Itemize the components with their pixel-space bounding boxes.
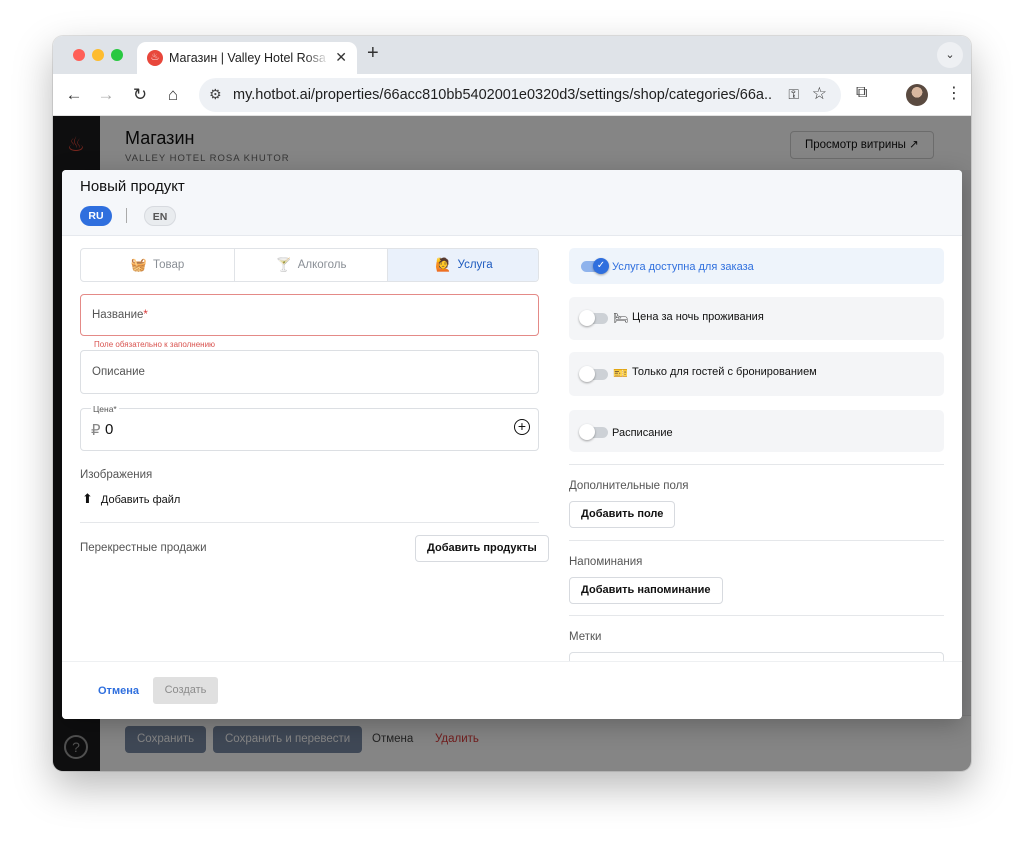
maximize-window-button[interactable] bbox=[111, 49, 123, 61]
tags-label: Метки bbox=[569, 631, 602, 643]
type-tab-service[interactable]: 🙋 Услуга bbox=[387, 249, 538, 281]
divider bbox=[569, 540, 944, 541]
modal-title: Новый продукт bbox=[80, 178, 185, 195]
toggle-knob bbox=[579, 310, 595, 326]
name-error-message: Поле обязательно к заполнению bbox=[94, 340, 216, 349]
language-tab-en[interactable]: EN bbox=[144, 206, 176, 226]
minimize-window-button[interactable] bbox=[92, 49, 104, 61]
browser-menu-icon[interactable]: ⋮ bbox=[946, 83, 962, 103]
service-person-icon: 🙋 bbox=[435, 257, 452, 272]
create-button[interactable]: Создать bbox=[153, 677, 218, 704]
available-toggle[interactable]: ✓ bbox=[581, 258, 609, 274]
night-price-toggle[interactable] bbox=[579, 310, 608, 326]
home-icon[interactable]: ⌂ bbox=[160, 82, 186, 108]
cocktail-glass-icon: 🍸 bbox=[275, 257, 292, 272]
schedule-toggle[interactable] bbox=[579, 424, 608, 440]
name-field[interactable]: Название* bbox=[80, 294, 539, 336]
guests-only-toggle[interactable] bbox=[579, 366, 608, 382]
browser-tab[interactable]: ♨ Магазин | Valley Hotel Rosa Khutor ✕ bbox=[137, 42, 357, 74]
browser-toolbar: ← → ↻ ⌂ ⚙ my.hotbot.ai/properties/66acc8… bbox=[53, 74, 971, 116]
add-file-button[interactable]: ⬆ Добавить файл bbox=[82, 491, 180, 507]
modal-header: Новый продукт RU EN bbox=[62, 170, 962, 236]
divider bbox=[569, 615, 944, 616]
back-icon[interactable]: ← bbox=[61, 82, 87, 108]
toggle-label: Расписание bbox=[612, 427, 673, 439]
basket-icon: 🧺 bbox=[130, 257, 147, 272]
site-settings-icon[interactable]: ⚙ bbox=[209, 86, 222, 103]
toggle-knob bbox=[579, 366, 595, 382]
product-type-selector: 🧺 Товар 🍸 Алкоголь 🙋 Услуга bbox=[80, 248, 539, 282]
ticket-icon: 🎫 bbox=[613, 366, 628, 380]
add-circle-icon[interactable]: + bbox=[514, 419, 530, 435]
type-tab-label: Услуга bbox=[457, 259, 493, 271]
divider bbox=[80, 522, 539, 523]
toggle-knob bbox=[579, 424, 595, 440]
add-reminder-button[interactable]: Добавить напоминание bbox=[569, 577, 723, 604]
language-divider bbox=[126, 208, 127, 223]
tab-strip: ♨ Магазин | Valley Hotel Rosa Khutor ✕ +… bbox=[53, 36, 971, 74]
extensions-icon[interactable]: ⧉ bbox=[856, 84, 867, 102]
toggle-label: Услуга доступна для заказа bbox=[612, 261, 754, 273]
forward-icon[interactable]: → bbox=[93, 82, 119, 108]
type-tab-alcohol[interactable]: 🍸 Алкоголь bbox=[234, 249, 387, 281]
password-key-icon[interactable]: ⚿ bbox=[788, 86, 799, 103]
bookmark-star-icon[interactable]: ☆ bbox=[812, 84, 827, 104]
new-tab-icon[interactable]: + bbox=[367, 42, 379, 65]
reload-icon[interactable]: ↻ bbox=[127, 82, 153, 108]
add-field-button[interactable]: Добавить поле bbox=[569, 501, 676, 528]
tab-search-icon[interactable]: ⌄ bbox=[937, 42, 963, 68]
add-products-button[interactable]: Добавить продукты bbox=[415, 535, 549, 562]
toggle-night-price-card[interactable]: 🛏 Цена за ночь проживания bbox=[569, 297, 944, 340]
description-field[interactable]: Описание bbox=[80, 350, 539, 394]
currency-symbol: ₽ bbox=[91, 422, 101, 439]
toggle-label: Только для гостей с бронированием bbox=[632, 366, 817, 378]
address-bar[interactable]: ⚙ my.hotbot.ai/properties/66acc810bb5402… bbox=[199, 78, 841, 112]
url-text: my.hotbot.ai/properties/66acc810bb540200… bbox=[233, 87, 773, 103]
toggle-available-card[interactable]: ✓ Услуга доступна для заказа bbox=[569, 248, 944, 284]
price-field[interactable]: Цена* ₽ 0 + bbox=[80, 404, 539, 451]
type-tab-label: Товар bbox=[152, 259, 185, 271]
toggle-label: Цена за ночь проживания bbox=[632, 311, 764, 323]
close-window-button[interactable] bbox=[73, 49, 85, 61]
check-icon: ✓ bbox=[593, 258, 609, 274]
name-label: Название* bbox=[92, 309, 148, 321]
reminders-label: Напоминания bbox=[569, 556, 643, 568]
add-file-label: Добавить файл bbox=[100, 494, 181, 506]
language-tab-ru[interactable]: RU bbox=[80, 206, 112, 226]
upload-icon: ⬆ bbox=[82, 491, 93, 506]
modal-footer: Отмена Создать bbox=[62, 661, 962, 719]
profile-avatar[interactable] bbox=[906, 84, 928, 106]
tab-title: Магазин | Valley Hotel Rosa Khutor bbox=[169, 51, 329, 65]
type-tab-label: Алкоголь bbox=[297, 259, 347, 271]
toggle-schedule-card[interactable]: Расписание bbox=[569, 410, 944, 452]
extra-fields-label: Дополнительные поля bbox=[569, 480, 689, 492]
cross-sales-label: Перекрестные продажи bbox=[80, 542, 207, 554]
price-label: Цена* bbox=[91, 404, 119, 414]
browser-window: ♨ Магазин | Valley Hotel Rosa Khutor ✕ +… bbox=[53, 36, 971, 771]
divider bbox=[569, 464, 944, 465]
cancel-button[interactable]: Отмена bbox=[98, 685, 139, 697]
price-value: 0 bbox=[105, 421, 114, 438]
favicon-icon: ♨ bbox=[147, 50, 163, 66]
description-label: Описание bbox=[92, 366, 145, 378]
toggle-guests-only-card[interactable]: 🎫 Только для гостей с бронированием bbox=[569, 352, 944, 396]
images-label: Изображения bbox=[80, 469, 153, 481]
bed-icon: 🛏 bbox=[613, 311, 629, 325]
tab-close-icon[interactable]: ✕ bbox=[335, 49, 347, 66]
new-product-modal: Новый продукт RU EN 🧺 Товар 🍸 Алкоголь 🙋 Ус… bbox=[62, 170, 962, 719]
type-tab-product[interactable]: 🧺 Товар bbox=[81, 249, 234, 281]
